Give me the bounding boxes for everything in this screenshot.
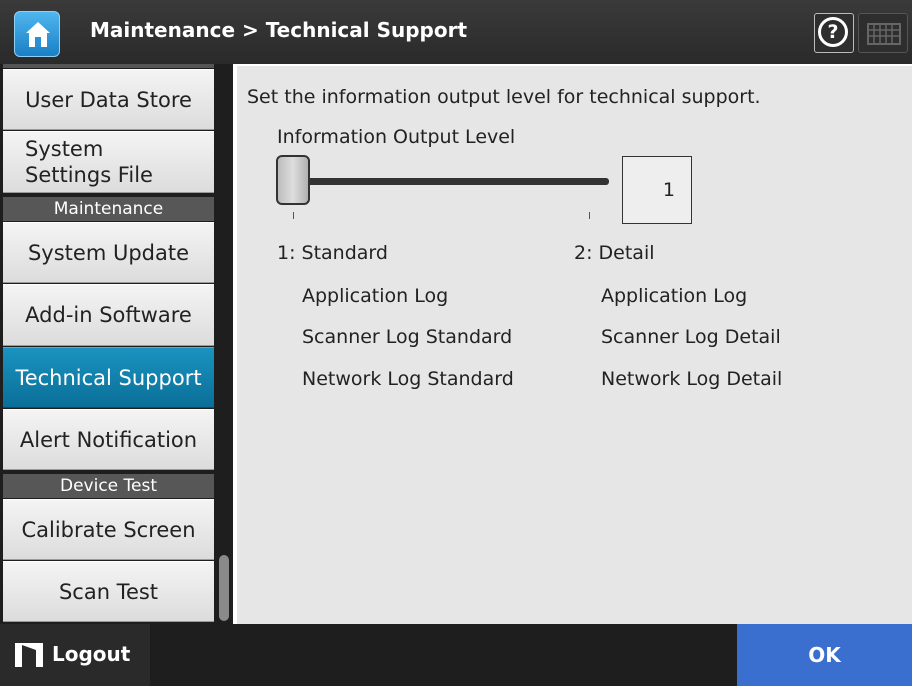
sidebar-item-label: User Data Store xyxy=(25,87,192,112)
sidebar-item-system-update[interactable]: System Update xyxy=(3,222,214,283)
sidebar-section-device-test: Device Test xyxy=(3,474,214,498)
level-detail-item: Scanner Log Detail xyxy=(601,326,781,348)
page-description: Set the information output level for tec… xyxy=(247,86,761,108)
sidebar-item-add-in-software[interactable]: Add-in Software xyxy=(3,284,214,346)
level-standard-item: Scanner Log Standard xyxy=(302,326,513,348)
sidebar-item-label: Technical Support xyxy=(15,365,202,390)
sidebar-item-label: System Settings File xyxy=(25,137,153,187)
logout-icon xyxy=(15,643,43,667)
page-title: Maintenance > Technical Support xyxy=(90,18,468,42)
sidebar-item-label: System Update xyxy=(27,240,190,265)
sidebar-item-label: Scan Test xyxy=(58,579,159,604)
level-detail-item: Application Log xyxy=(601,285,748,307)
sidebar-item-technical-support[interactable]: Technical Support xyxy=(3,347,214,408)
sidebar-item-calibrate-screen[interactable]: Calibrate Screen xyxy=(3,499,214,560)
sidebar-scrolled-item xyxy=(3,64,214,68)
sidebar: User Data Store System Settings File Mai… xyxy=(0,64,233,624)
sidebar-scrollbar[interactable] xyxy=(219,64,229,624)
slider-tick-max xyxy=(589,212,590,219)
level-detail-item: Network Log Detail xyxy=(601,368,783,390)
keyboard-button[interactable] xyxy=(858,13,908,53)
home-button[interactable] xyxy=(14,11,60,57)
level-standard-item: Application Log xyxy=(302,285,449,307)
home-icon xyxy=(26,22,50,47)
output-level-slider-track[interactable] xyxy=(289,178,609,185)
sidebar-item-label: Add-in Software xyxy=(25,303,192,327)
sidebar-scrollbar-thumb[interactable] xyxy=(219,555,229,621)
header-bar: Maintenance > Technical Support ? xyxy=(0,0,912,64)
sidebar-item-user-data-store[interactable]: User Data Store xyxy=(3,69,214,130)
logout-label: Logout xyxy=(52,642,131,666)
help-button[interactable]: ? xyxy=(814,13,854,53)
sidebar-item-label: Alert Notification xyxy=(19,427,198,452)
output-level-value: 1 xyxy=(622,156,692,224)
level-standard-heading: 1: Standard xyxy=(277,242,388,264)
output-level-label: Information Output Level xyxy=(277,126,516,148)
sidebar-item-label: Calibrate Screen xyxy=(21,517,196,542)
output-level-slider-handle[interactable] xyxy=(276,155,310,205)
sidebar-section-maintenance: Maintenance xyxy=(3,197,214,221)
keyboard-icon xyxy=(867,23,901,45)
ok-button[interactable]: OK xyxy=(737,624,912,686)
sidebar-item-system-settings-file[interactable]: System Settings File xyxy=(3,131,214,193)
level-detail-heading: 2: Detail xyxy=(574,242,655,264)
slider-tick-min xyxy=(293,212,294,219)
main-panel: Set the information output level for tec… xyxy=(233,64,912,624)
level-standard-item: Network Log Standard xyxy=(302,368,514,390)
sidebar-item-scan-test[interactable]: Scan Test xyxy=(3,561,214,622)
sidebar-item-alert-notification[interactable]: Alert Notification xyxy=(3,409,214,470)
help-icon: ? xyxy=(818,17,848,47)
footer-bar: Logout OK xyxy=(0,624,912,686)
logout-button[interactable]: Logout xyxy=(0,624,150,686)
